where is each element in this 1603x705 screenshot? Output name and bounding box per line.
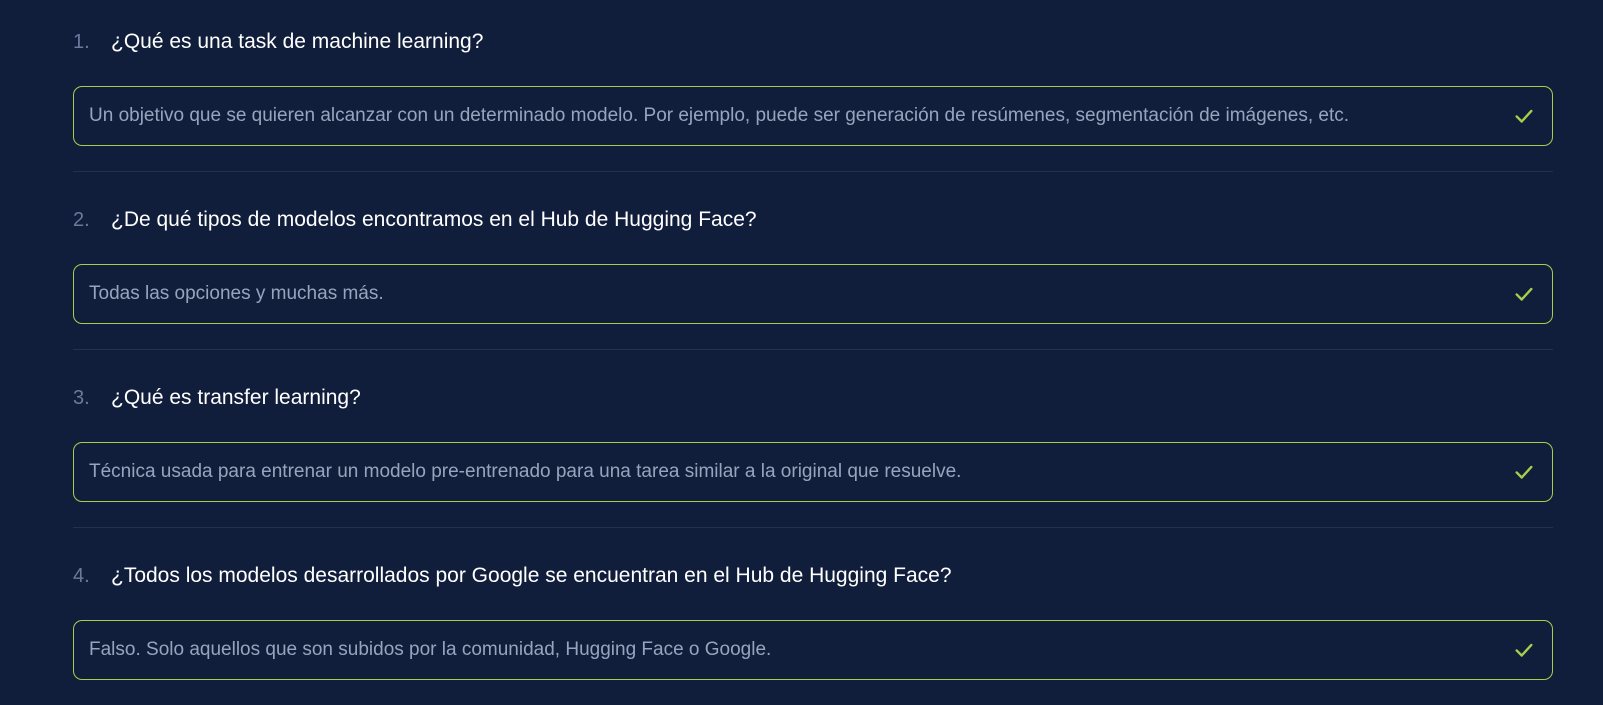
question-item: 3. ¿Qué es transfer learning? Técnica us… xyxy=(73,381,1553,502)
question-item: 2. ¿De qué tipos de modelos encontramos … xyxy=(73,203,1553,324)
question-header: 3. ¿Qué es transfer learning? xyxy=(73,381,1553,415)
check-icon xyxy=(1512,282,1536,306)
divider xyxy=(73,171,1553,172)
check-icon xyxy=(1512,104,1536,128)
selected-answer[interactable]: Técnica usada para entrenar un modelo pr… xyxy=(73,442,1553,502)
question-header: 1. ¿Qué es una task de machine learning? xyxy=(73,25,1553,59)
question-number: 3. xyxy=(73,386,90,409)
question-title: ¿Todos los modelos desarrollados por Goo… xyxy=(111,564,952,587)
answer-text: Técnica usada para entrenar un modelo pr… xyxy=(89,461,962,482)
question-title: ¿Qué es transfer learning? xyxy=(111,386,361,409)
selected-answer[interactable]: Todas las opciones y muchas más. xyxy=(73,264,1553,324)
question-number: 1. xyxy=(73,30,90,53)
check-icon xyxy=(1512,638,1536,662)
question-header: 2. ¿De qué tipos de modelos encontramos … xyxy=(73,203,1553,237)
answer-text: Todas las opciones y muchas más. xyxy=(89,283,384,304)
answer-text: Falso. Solo aquellos que son subidos por… xyxy=(89,639,772,660)
question-number: 4. xyxy=(73,564,90,587)
answer-text: Un objetivo que se quieren alcanzar con … xyxy=(89,105,1350,126)
question-item: 4. ¿Todos los modelos desarrollados por … xyxy=(73,559,1553,680)
divider xyxy=(73,527,1553,528)
question-item: 1. ¿Qué es una task de machine learning?… xyxy=(73,25,1553,146)
question-header: 4. ¿Todos los modelos desarrollados por … xyxy=(73,559,1553,593)
selected-answer[interactable]: Falso. Solo aquellos que son subidos por… xyxy=(73,620,1553,680)
divider xyxy=(73,349,1553,350)
quiz-results: 1. ¿Qué es una task de machine learning?… xyxy=(0,0,1603,705)
selected-answer[interactable]: Un objetivo que se quieren alcanzar con … xyxy=(73,86,1553,146)
question-number: 2. xyxy=(73,208,90,231)
question-title: ¿Qué es una task de machine learning? xyxy=(111,30,484,53)
question-title: ¿De qué tipos de modelos encontramos en … xyxy=(111,208,757,231)
check-icon xyxy=(1512,460,1536,484)
